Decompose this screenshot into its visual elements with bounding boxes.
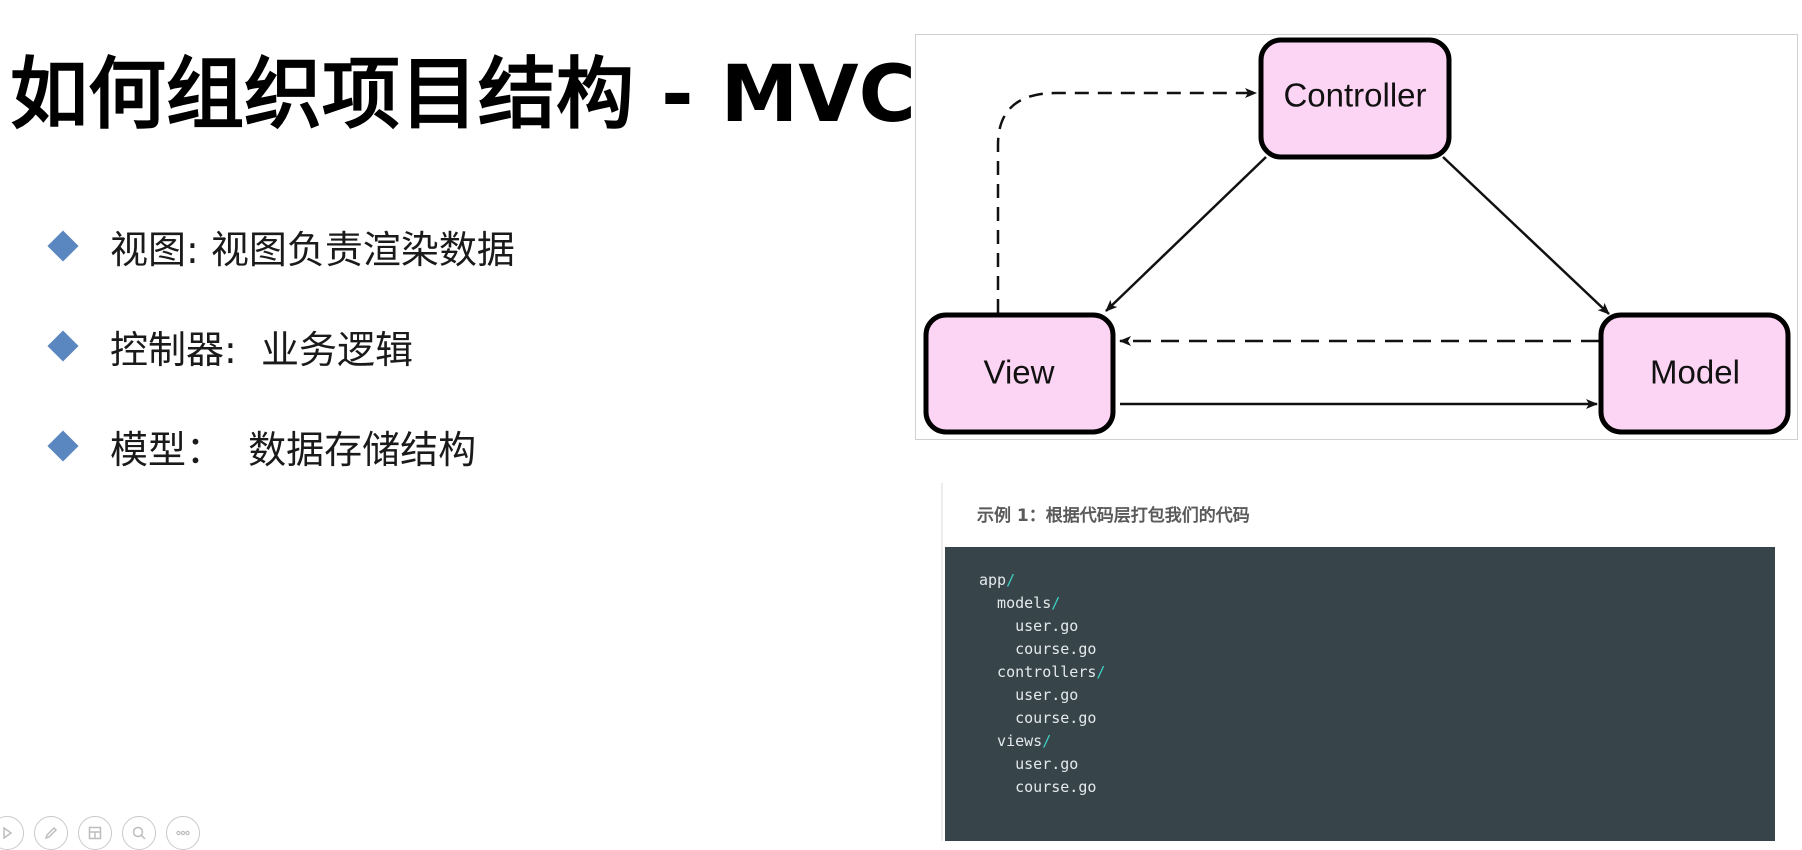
node-model: Model (1598, 312, 1791, 435)
node-view: View (923, 312, 1116, 435)
bullet-text: 控制器: 业务逻辑 (110, 327, 413, 372)
code-slash: / (1051, 594, 1061, 612)
play-button[interactable] (0, 816, 24, 850)
code-name: user.go (979, 755, 1079, 773)
code-block: app/ models/ user.go course.go controlle… (945, 547, 1775, 841)
bullet-item-controller: 控制器: 业务逻辑 (46, 296, 515, 396)
code-line: user.go (979, 615, 1775, 638)
slide-title: 如何组织项目结构 - MVC (10, 50, 916, 140)
example-caption: 示例 1：根据代码层打包我们的代码 (977, 506, 1250, 526)
mvc-diagram-svg: Controller View Model (923, 37, 1791, 435)
code-line: user.go (979, 753, 1775, 776)
code-line: app/ (979, 569, 1775, 592)
zoom-icon (132, 826, 146, 840)
code-name: user.go (979, 617, 1079, 635)
code-name: course.go (979, 778, 1097, 796)
pen-button[interactable] (34, 816, 68, 850)
mvc-diagram: Controller View Model (915, 34, 1798, 440)
code-line: user.go (979, 684, 1775, 707)
edge-controller-to-view (1105, 156, 1267, 312)
presentation-toolbar (0, 816, 200, 850)
code-name: course.go (979, 640, 1097, 658)
bullet-item-view: 视图: 视图负责渲染数据 (46, 196, 515, 296)
code-slash: / (1006, 571, 1016, 589)
code-line: controllers/ (979, 661, 1775, 684)
bullet-text: 模型： 数据存储结构 (110, 427, 477, 472)
diamond-bullet-icon (47, 230, 79, 262)
bullet-list: 视图: 视图负责渲染数据 控制器: 业务逻辑 模型： 数据存储结构 (46, 196, 515, 496)
code-name: course.go (979, 709, 1097, 727)
zoom-button[interactable] (122, 816, 156, 850)
code-name: models (979, 594, 1052, 612)
pen-icon (44, 826, 58, 840)
bullet-text: 视图: 视图负责渲染数据 (110, 227, 515, 272)
diamond-bullet-icon (47, 430, 79, 462)
slides-grid-icon (88, 826, 102, 840)
node-controller: Controller (1258, 37, 1452, 160)
code-example-panel: 示例 1：根据代码层打包我们的代码 app/ models/ user.go c… (941, 483, 1775, 841)
code-slash: / (1042, 732, 1052, 750)
more-button[interactable] (166, 816, 200, 850)
edge-controller-to-model (1442, 156, 1610, 315)
code-slash: / (1096, 663, 1106, 681)
code-line: course.go (979, 707, 1775, 730)
play-icon (3, 826, 13, 840)
code-line: course.go (979, 776, 1775, 799)
code-line: course.go (979, 638, 1775, 661)
node-controller-label: Controller (1283, 77, 1426, 114)
code-name: user.go (979, 686, 1079, 704)
code-line: views/ (979, 730, 1775, 753)
node-model-label: Model (1650, 354, 1740, 391)
diamond-bullet-icon (47, 330, 79, 362)
code-name: controllers (979, 663, 1097, 681)
code-name: views (979, 732, 1043, 750)
code-line: models/ (979, 592, 1775, 615)
slides-grid-button[interactable] (78, 816, 112, 850)
bullet-item-model: 模型： 数据存储结构 (46, 396, 515, 496)
more-icon (176, 830, 190, 836)
node-view-label: View (984, 354, 1055, 391)
code-name: app (979, 571, 1007, 589)
